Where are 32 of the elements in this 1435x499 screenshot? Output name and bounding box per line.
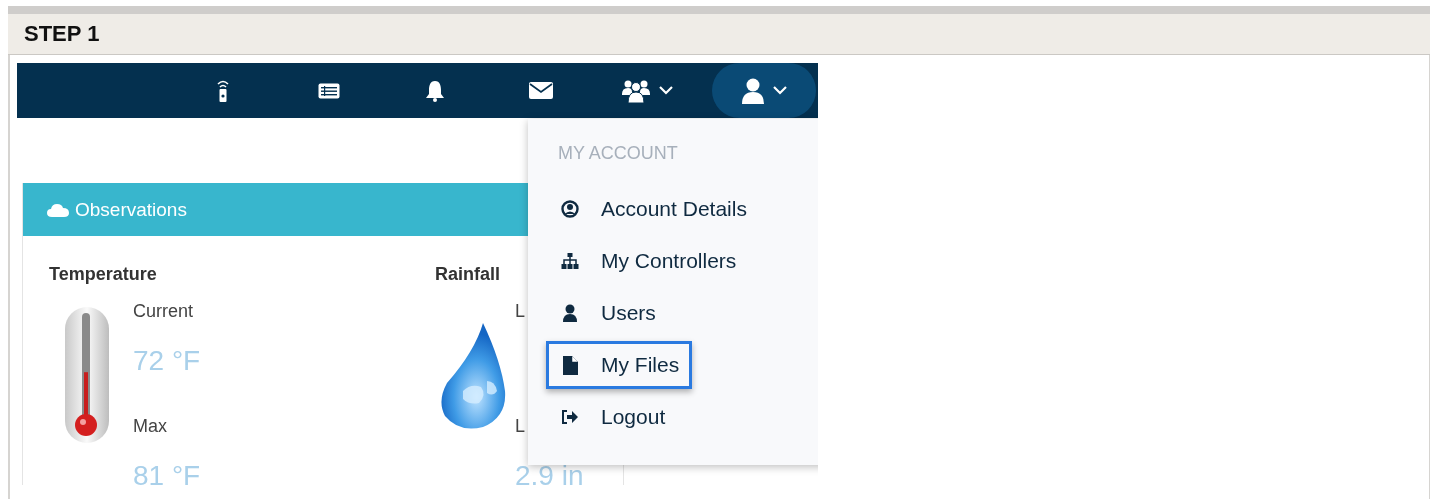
remote-icon — [217, 78, 229, 103]
caret-icon — [659, 86, 673, 95]
cloud-icon — [47, 202, 69, 217]
reading-label: Current — [133, 301, 194, 323]
menu-item[interactable]: Users — [546, 289, 669, 337]
reading-label: Max — [133, 416, 167, 438]
menu-item[interactable]: My Files — [546, 341, 693, 389]
users-icon — [621, 78, 651, 103]
menu-item[interactable]: My Controllers — [546, 237, 750, 285]
sitemap-icon — [561, 253, 579, 269]
bell-icon — [425, 79, 445, 102]
list-icon — [318, 82, 340, 99]
user-icon — [741, 77, 765, 104]
reading-label: L — [515, 301, 525, 323]
step-title: STEP 1 — [24, 21, 100, 47]
reading-label: L — [515, 416, 525, 438]
rainfall-heading: Rainfall — [435, 264, 501, 285]
temperature-value: 72 °F — [133, 344, 201, 378]
temperature-heading: Temperature — [49, 264, 158, 285]
logout-icon — [561, 410, 579, 424]
caret-icon — [773, 86, 787, 95]
user-nav-button[interactable] — [712, 63, 816, 118]
menu-item[interactable]: Account Details — [546, 185, 760, 233]
menu-item[interactable]: Logout — [546, 393, 679, 441]
temperature-value: 81 °F — [133, 459, 201, 485]
file-icon — [562, 355, 578, 375]
card-title: Observations — [75, 198, 187, 221]
rainfall-value: 2.9 in — [515, 459, 584, 485]
mail-icon — [529, 82, 553, 99]
user-icon — [563, 304, 577, 322]
user-circle-icon — [561, 200, 579, 218]
menu-heading: MY ACCOUNT — [557, 143, 679, 165]
